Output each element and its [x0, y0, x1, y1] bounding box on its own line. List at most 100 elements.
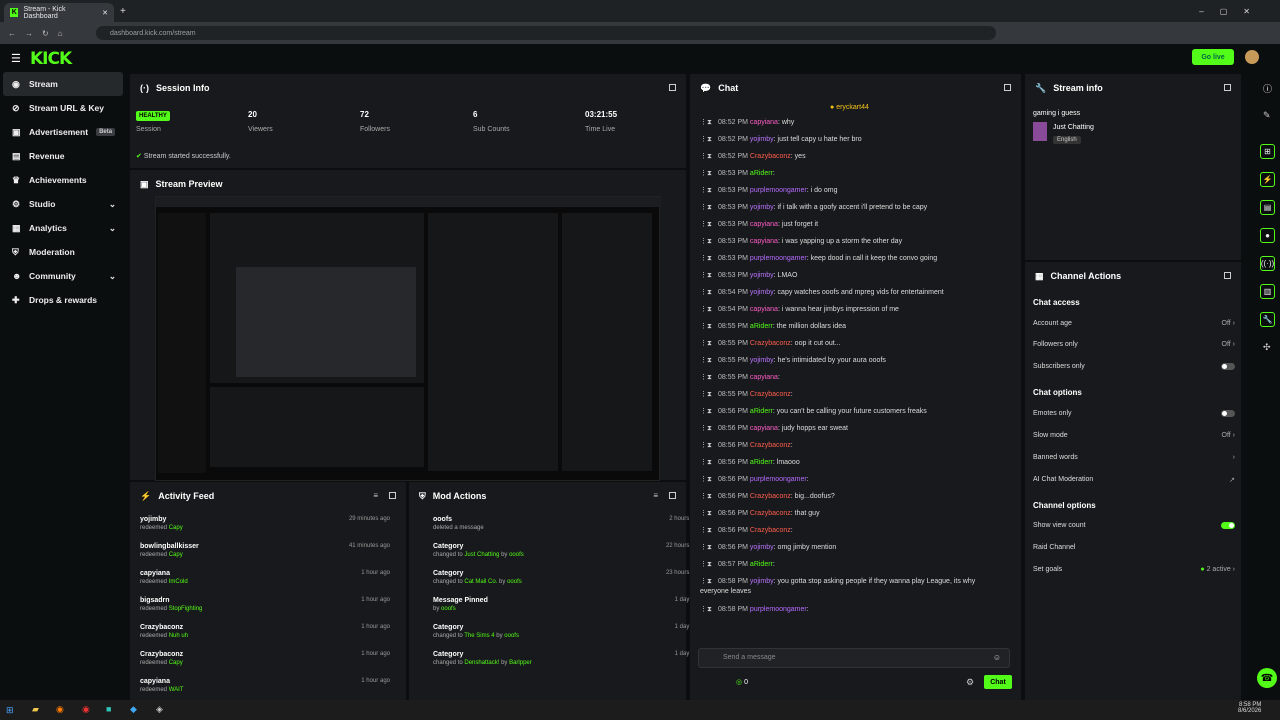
chat-username[interactable]: Crazybaconz	[750, 340, 791, 347]
sidebar-item-achievements[interactable]: ♛ Achievements	[0, 168, 126, 192]
broadcast-icon[interactable]: ((·))	[1260, 256, 1275, 271]
info-icon[interactable]: ⓘ	[1263, 82, 1272, 95]
chat-username[interactable]: Crazybaconz	[750, 493, 791, 500]
mod-tools-icon[interactable]: ⋮⧗	[700, 152, 718, 162]
ai-moderation-row[interactable]: AI Chat Moderation ↗	[1033, 476, 1235, 484]
chat-username[interactable]: aRiderr	[750, 408, 773, 415]
sidebar-item-stream-url[interactable]: ⊘ Stream URL & Key	[0, 96, 126, 120]
chat-username[interactable]: purplemoongamer	[750, 187, 807, 194]
chat-username[interactable]: capyiana	[750, 238, 778, 245]
app-red-icon[interactable]: ◉	[82, 704, 90, 715]
emote-icon[interactable]: ☺	[993, 653, 1001, 662]
back-icon[interactable]: ←	[8, 29, 16, 38]
mod-tools-icon[interactable]: ⋮⧗	[700, 118, 718, 128]
new-tab-icon[interactable]: +	[120, 6, 126, 17]
mod-tools-icon[interactable]: ⋮⧗	[700, 373, 718, 383]
chat-username[interactable]: capyiana	[750, 221, 778, 228]
filter-icon[interactable]: ≡	[373, 491, 378, 500]
mod-tools-icon[interactable]: ⋮⧗	[700, 458, 718, 468]
mod-tools-icon[interactable]: ⋮⧗	[700, 441, 718, 451]
forward-icon[interactable]: →	[25, 29, 33, 38]
mod-tools-icon[interactable]: ⋮⧗	[700, 543, 718, 553]
clock[interactable]: 8:58 PM 8/6/2026	[1238, 702, 1261, 714]
account-age-row[interactable]: Account age Off ›	[1033, 320, 1235, 327]
mod-tools-icon[interactable]: ⋮⧗	[700, 509, 718, 519]
chat-username[interactable]: yojimby	[750, 578, 774, 585]
mod-tools-icon[interactable]: ⋮⧗	[700, 271, 718, 281]
chat-username[interactable]: Crazybaconz	[750, 510, 791, 517]
mod-tools-icon[interactable]: ⋮⧗	[700, 356, 718, 366]
chat-username[interactable]: aRiderr	[750, 459, 773, 466]
chat-username[interactable]: purplemoongamer	[750, 476, 807, 483]
mod-tools-icon[interactable]: ⋮⧗	[700, 220, 718, 230]
slow-mode-row[interactable]: Slow mode Off ›	[1033, 432, 1235, 439]
mod-tools-icon[interactable]: ⋮⧗	[700, 288, 718, 298]
chat-username[interactable]: yojimby	[750, 289, 774, 296]
app-blue-icon[interactable]: ◆	[130, 704, 137, 715]
window-controls-icon[interactable]: –▢✕	[1199, 7, 1266, 16]
chat-username[interactable]: aRiderr	[750, 170, 773, 177]
chat-input[interactable]: Send a message ☺	[698, 648, 1010, 668]
chat-send-button[interactable]: Chat	[984, 675, 1012, 689]
sidebar-item-revenue[interactable]: ▤ Revenue	[0, 144, 126, 168]
raid-channel-row[interactable]: Raid Channel	[1033, 544, 1235, 551]
lightning-icon[interactable]: ⚡	[1260, 172, 1275, 187]
sidebar-item-community[interactable]: ☻ Community ⌄	[0, 264, 126, 288]
points-counter[interactable]: ◎ 0	[736, 678, 748, 686]
sidebar-item-studio[interactable]: ⚙ Studio ⌄	[0, 192, 126, 216]
subscribers-only-toggle[interactable]	[1221, 363, 1235, 370]
kick-logo[interactable]: KICK	[30, 49, 72, 69]
expand-icon[interactable]	[669, 84, 676, 91]
mod-tools-icon[interactable]: ⋮⧗	[700, 186, 718, 196]
mod-tools-icon[interactable]: ⋮⧗	[700, 475, 718, 485]
home-icon[interactable]: ⌂	[58, 29, 63, 38]
chat-username[interactable]: Crazybaconz	[750, 391, 791, 398]
go-live-button[interactable]: Go live	[1192, 49, 1234, 65]
avatar[interactable]	[1245, 50, 1259, 64]
show-view-count-toggle[interactable]	[1221, 522, 1235, 529]
mod-tools-icon[interactable]: ⋮⧗	[700, 339, 718, 349]
mod-tools-icon[interactable]: ⋮⧗	[700, 237, 718, 247]
reload-icon[interactable]: ↻	[42, 29, 49, 38]
mod-tools-icon[interactable]: ⋮⧗	[700, 390, 718, 400]
chat-username[interactable]: capyiana	[750, 306, 778, 313]
chat-username[interactable]: yojimby	[750, 357, 774, 364]
chat-username[interactable]: Crazybaconz	[750, 153, 791, 160]
sidebar-item-drops[interactable]: ✚ Drops & rewards	[0, 288, 126, 312]
gear-icon[interactable]: ⚙	[966, 677, 974, 688]
chat-username[interactable]: yojimby	[750, 544, 774, 551]
stream-preview-video[interactable]	[155, 196, 661, 481]
app-teal-icon[interactable]: ■	[106, 704, 111, 714]
edit-icon[interactable]: ✎	[1263, 110, 1271, 121]
mod-tools-icon[interactable]: ⋮⧗	[700, 305, 718, 315]
followers-only-row[interactable]: Followers only Off ›	[1033, 341, 1235, 348]
folder-icon[interactable]: ▰	[32, 704, 39, 715]
expand-icon[interactable]	[1004, 84, 1011, 91]
chat-username[interactable]: capyiana	[750, 119, 778, 126]
mod-tools-icon[interactable]: ⋮⧗	[700, 560, 718, 570]
wrench-icon[interactable]: 🔧	[1260, 312, 1275, 327]
chat-username[interactable]: Crazybaconz	[750, 527, 791, 534]
banned-words-row[interactable]: Banned words ›	[1033, 454, 1235, 461]
expand-icon[interactable]	[1224, 84, 1231, 91]
firefox-icon[interactable]: ◉	[56, 704, 64, 715]
address-bar[interactable]: dashboard.kick.com/stream	[96, 26, 996, 40]
expand-icon[interactable]	[1224, 272, 1231, 279]
chat-username[interactable]: yojimby	[750, 272, 774, 279]
sidebar-item-stream[interactable]: ◉ Stream	[3, 72, 123, 96]
browser-tab[interactable]: K Stream - Kick Dashboard ✕	[4, 3, 114, 22]
start-icon[interactable]: ⊞	[6, 705, 14, 716]
chat-username[interactable]: capyiana	[750, 374, 778, 381]
mod-tools-icon[interactable]: ⋮⧗	[700, 203, 718, 213]
support-chat-icon[interactable]: ☎	[1257, 668, 1277, 688]
emotes-only-toggle[interactable]	[1221, 410, 1235, 417]
chat-username[interactable]: yojimby	[750, 136, 774, 143]
sidebar-item-advertisement[interactable]: ▣ Advertisement Beta	[0, 120, 126, 144]
mod-tools-icon[interactable]: ⋮⧗	[700, 322, 718, 332]
message-icon[interactable]: ●	[1260, 228, 1275, 243]
mod-tools-icon[interactable]: ⋮⧗	[700, 254, 718, 264]
mod-tools-icon[interactable]: ⋮⧗	[700, 492, 718, 502]
camera-icon[interactable]: ⊞	[1260, 144, 1275, 159]
chat-username[interactable]: yojimby	[750, 204, 774, 211]
mod-tools-icon[interactable]: ⋮⧗	[700, 424, 718, 434]
